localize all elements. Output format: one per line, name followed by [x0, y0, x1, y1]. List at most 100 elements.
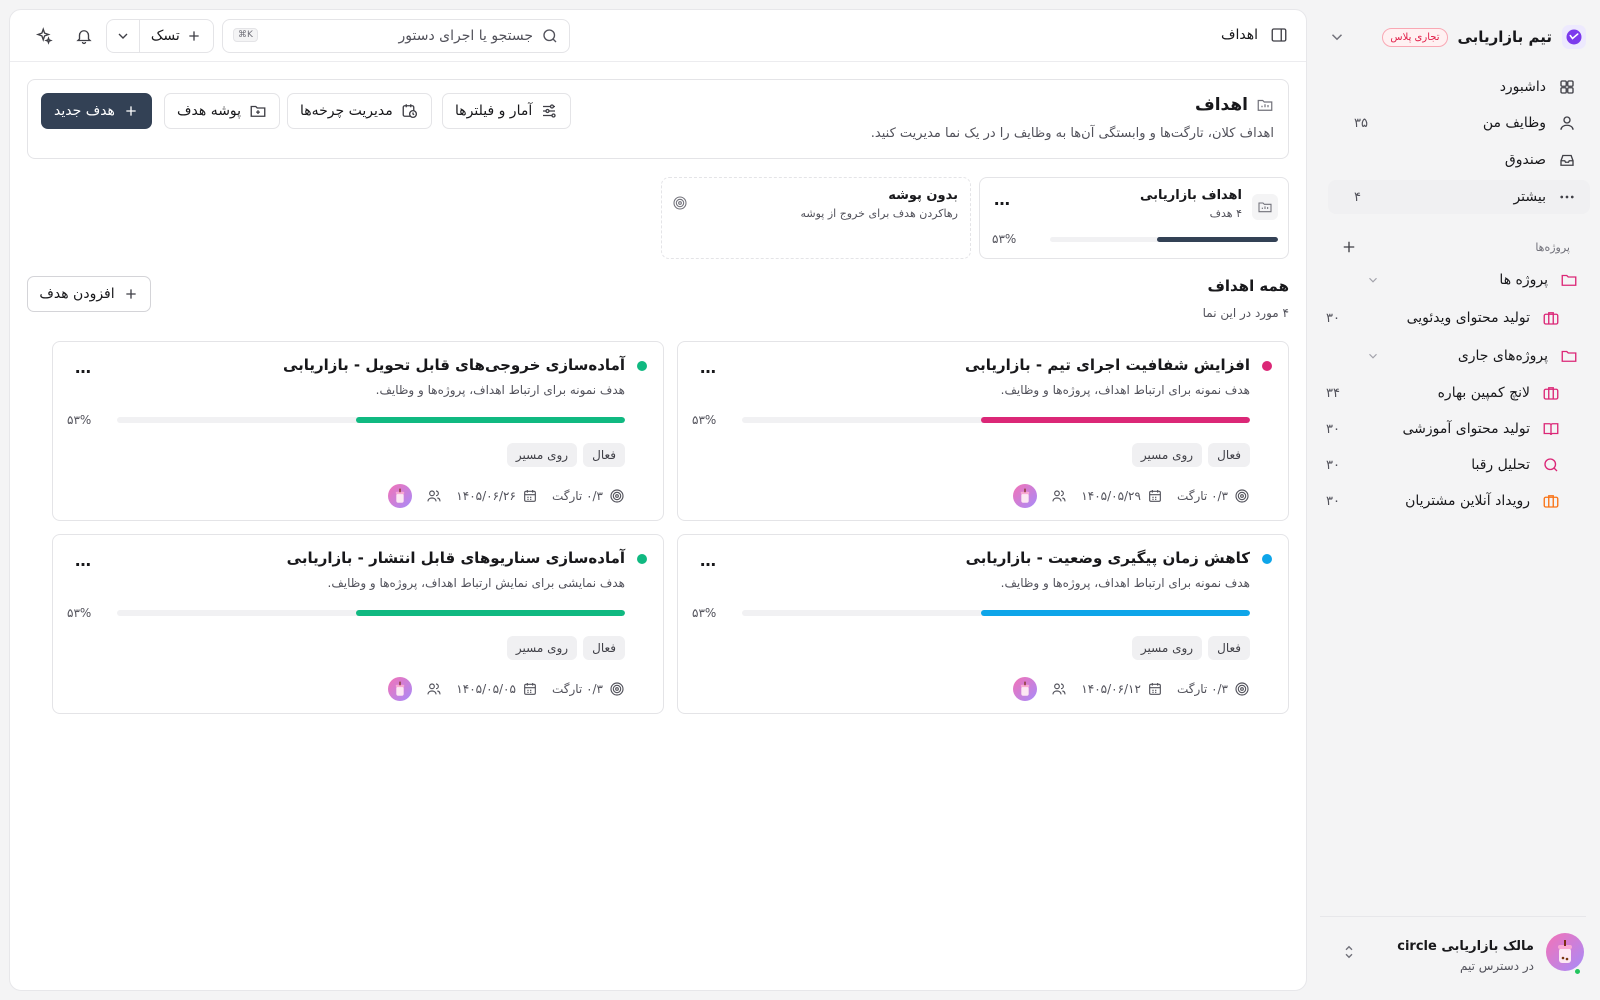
goal-description: هدف نمونه برای ارتباط اهداف، پروژه‌ها و …: [1000, 576, 1250, 590]
goal-description: هدف نمونه برای ارتباط اهداف، پروژه‌ها و …: [1000, 383, 1250, 397]
project-item[interactable]: رویداد آنلاین مشتریان ۳۰: [1316, 485, 1560, 517]
inbox-icon: [1560, 154, 1574, 166]
goal-card[interactable]: آماده‌سازی خروجی‌های قابل تحویل - بازاری…: [52, 341, 664, 521]
calendar-clock-icon: [402, 104, 417, 119]
goal-percent: ۵۳%: [692, 606, 717, 620]
owner-avatar[interactable]: [1013, 677, 1038, 701]
goal-progress: [742, 417, 1250, 423]
more-horizontal-icon[interactable]: …: [75, 551, 92, 570]
goal-progress: [117, 610, 625, 616]
add-goal-button[interactable]: افزودن هدف: [27, 276, 151, 312]
goal-card[interactable]: افزایش شفافیت اجرای تیم - بازاریابی هدف …: [677, 341, 1289, 521]
add-project-icon[interactable]: [1340, 238, 1358, 256]
goal-card[interactable]: آماده‌سازی سناریوهای قابل انتشار - بازار…: [52, 534, 664, 714]
more-horizontal-icon[interactable]: …: [75, 358, 92, 377]
project-group-projects[interactable]: پروژه ها: [1334, 264, 1578, 296]
chevron-down-icon[interactable]: [1366, 349, 1380, 363]
goal-title: افزایش شفافیت اجرای تیم - بازاریابی: [964, 356, 1250, 374]
project-item[interactable]: لانچ کمپین بهاره ۳۴: [1316, 377, 1560, 409]
header-subtitle: اهداف کلان، تارگت‌ها و وابستگی آن‌ها به …: [870, 126, 1274, 141]
goal-progress-fill: [980, 417, 1250, 423]
status-badge: فعال: [1208, 443, 1250, 467]
target-icon: [673, 196, 687, 210]
project-item[interactable]: تولید محتوای ویدئویی ۳۰: [1316, 302, 1560, 334]
chevron-down-icon[interactable]: [1366, 273, 1380, 287]
sidebar-item-label: وظایف من: [1482, 115, 1546, 131]
sidebar-item-inbox[interactable]: صندوق: [1328, 143, 1590, 177]
goal-card[interactable]: کاهش زمان پیگیری وضعیت - بازاریابی هدف ن…: [677, 534, 1289, 714]
task-options-button[interactable]: [107, 20, 139, 52]
folder-plus-icon: [250, 105, 266, 117]
goals-header-card: اهداف اهداف کلان، تارگت‌ها و وابستگی آن‌…: [27, 79, 1289, 159]
calendar-icon: [524, 490, 536, 502]
sidebar-item-more[interactable]: بیشتر ۴: [1328, 180, 1590, 214]
project-count: ۳۴: [1326, 385, 1340, 401]
user-menu[interactable]: مالک بازاریابی circle در دسترس تیم: [1320, 916, 1586, 986]
goal-description: هدف نمونه برای ارتباط اهداف، پروژه‌ها و …: [375, 383, 625, 397]
users-icon: [427, 683, 441, 695]
users-icon: [427, 490, 441, 502]
all-goals-title: همه اهداف: [1207, 277, 1289, 295]
plus-icon: [125, 289, 136, 299]
folder-progress-fill: [1157, 237, 1278, 242]
sidebar-item-dashboard[interactable]: داشبورد: [1328, 70, 1590, 104]
search-icon: [543, 29, 557, 43]
targets-count: ۰/۳ تارگت: [552, 488, 625, 504]
goal-title: کاهش زمان پیگیری وضعیت - بازاریابی: [965, 549, 1250, 567]
user-status: در دسترس تیم: [1459, 959, 1534, 973]
members[interactable]: [426, 488, 442, 504]
more-horizontal-icon[interactable]: …: [700, 358, 717, 377]
sparkles-icon: [35, 27, 53, 45]
more-horizontal-icon[interactable]: …: [994, 190, 1010, 209]
manage-cycles-button[interactable]: مدیریت چرخه‌ها: [287, 93, 432, 129]
sidebar-toggle-icon[interactable]: [1270, 26, 1288, 44]
chevrons-up-down-icon[interactable]: [1340, 943, 1358, 961]
sidebar-item-label: داشبورد: [1499, 79, 1546, 95]
health-badge: روی مسیر: [506, 443, 578, 467]
sidebar-item-count: ۳۵: [1354, 115, 1368, 131]
project-count: ۳۰: [1326, 457, 1340, 473]
project-group-current[interactable]: پروژه‌های جاری: [1334, 340, 1578, 372]
project-item[interactable]: تحلیل رقبا ۳۰: [1316, 449, 1560, 481]
calendar-icon: [1149, 683, 1161, 695]
briefcase-icon: [1543, 312, 1559, 325]
sidebar-item-label: بیشتر: [1513, 189, 1546, 205]
goal-folder-button[interactable]: پوشه هدف: [164, 93, 281, 129]
header-title: اهداف: [1194, 95, 1248, 115]
project-label: رویداد آنلاین مشتریان: [1405, 493, 1530, 509]
due-date: ۱۴۰۵/۰۵/۰۵: [456, 681, 538, 697]
folder-icon: [1561, 274, 1577, 286]
projects-heading: پروژه‌ها: [1535, 241, 1570, 254]
chevron-down-icon[interactable]: [1328, 28, 1346, 46]
search-input[interactable]: [283, 28, 533, 44]
sidebar-item-my-tasks[interactable]: وظایف من ۳۵: [1328, 106, 1590, 140]
folder-card[interactable]: اهداف بازاریابی ۴ هدف … ۵۳%: [979, 177, 1289, 259]
bell-icon: [76, 30, 92, 45]
more-horizontal-icon[interactable]: …: [700, 551, 717, 570]
folder-progress: [1050, 237, 1278, 242]
page-title: اهداف: [1220, 27, 1258, 43]
target-icon: [610, 682, 624, 696]
project-count: ۳۰: [1326, 493, 1340, 509]
no-folder-dropzone[interactable]: بدون پوشه رهاکردن هدف برای خروج از پوشه: [661, 177, 971, 259]
project-item[interactable]: تولید محتوای آموزشی ۳۰: [1316, 413, 1560, 445]
search-box[interactable]: ⌘K: [222, 19, 570, 53]
workspace-switcher[interactable]: تیم بازاریابی تجاری پلاس: [1318, 20, 1586, 54]
notifications-button[interactable]: [72, 24, 96, 48]
new-goal-button[interactable]: هدف جدید: [41, 93, 152, 129]
all-goals-subtitle: ۴ مورد در این نما: [1202, 306, 1289, 320]
owner-avatar[interactable]: [1013, 484, 1038, 508]
owner-avatar[interactable]: [388, 484, 413, 508]
owner-avatar[interactable]: [388, 677, 413, 701]
sidebar-item-count: ۴: [1354, 189, 1361, 205]
members[interactable]: [1051, 681, 1067, 697]
members[interactable]: [426, 681, 442, 697]
members[interactable]: [1051, 488, 1067, 504]
plan-badge: تجاری پلاس: [1382, 27, 1448, 47]
stats-filters-button[interactable]: آمار و فیلترها: [442, 93, 572, 129]
new-task-button[interactable]: تسک: [140, 20, 213, 52]
goal-title: آماده‌سازی خروجی‌های قابل تحویل - بازاری…: [282, 356, 625, 374]
goal-progress-fill: [355, 610, 625, 616]
ai-assistant-button[interactable]: [32, 24, 56, 48]
users-icon: [1052, 490, 1066, 502]
